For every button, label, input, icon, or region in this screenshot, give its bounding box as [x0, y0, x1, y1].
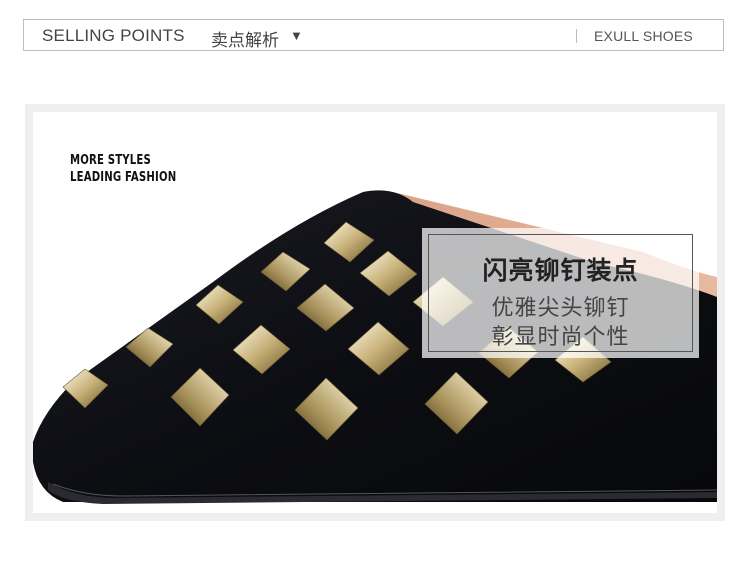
- product-photo: MORE STYLES LEADING FASHION 闪亮铆钉装点 优雅尖头铆…: [33, 112, 717, 513]
- section-header: SELLING POINTS 卖点解析 ▼ EXULL SHOES: [23, 19, 724, 51]
- brand-name: EXULL SHOES: [594, 28, 693, 44]
- slogan-line-2: LEADING FASHION: [70, 170, 177, 185]
- section-title-cn[interactable]: 卖点解析: [211, 26, 279, 51]
- callout-title: 闪亮铆钉装点: [482, 257, 639, 285]
- slogan-tag: MORE STYLES LEADING FASHION: [70, 152, 176, 186]
- slogan-line-1: MORE STYLES: [70, 153, 151, 168]
- header-divider: [576, 29, 577, 43]
- feature-callout: 闪亮铆钉装点 优雅尖头铆钉 彰显时尚个性: [422, 228, 699, 358]
- callout-line-2: 彰显时尚个性: [491, 324, 630, 349]
- callout-border: 闪亮铆钉装点 优雅尖头铆钉 彰显时尚个性: [428, 234, 693, 352]
- section-title-en: SELLING POINTS: [42, 26, 185, 45]
- callout-line-1: 优雅尖头铆钉: [491, 295, 630, 320]
- dropdown-arrow-icon[interactable]: ▼: [290, 28, 303, 43]
